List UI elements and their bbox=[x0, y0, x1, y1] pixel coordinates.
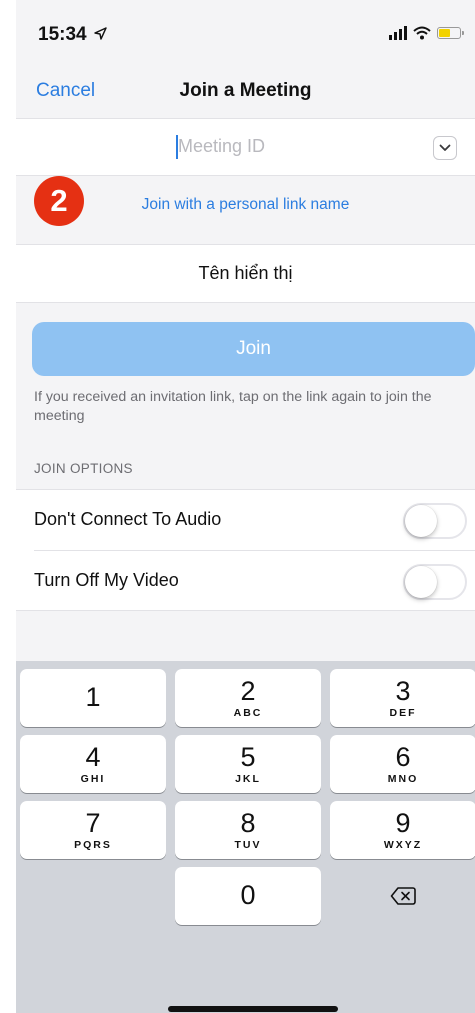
join-button[interactable]: Join bbox=[32, 322, 475, 376]
meeting-id-placeholder: Meeting ID bbox=[178, 136, 266, 156]
status-time: 15:34 bbox=[38, 24, 107, 46]
key-letters: WXYZ bbox=[383, 839, 423, 851]
wifi-icon bbox=[413, 26, 431, 40]
key-3[interactable]: 3 DEF bbox=[330, 669, 475, 727]
numeric-keypad: 1 2 ABC 3 DEF 4 GHI 5 JKL 6 MNO 7 PQRS 8… bbox=[16, 661, 475, 1013]
signal-icon bbox=[389, 26, 407, 40]
key-letters: ABC bbox=[233, 707, 263, 719]
option-label: Turn Off My Video bbox=[34, 570, 179, 590]
key-digit: 9 bbox=[395, 808, 411, 838]
status-icons bbox=[389, 26, 464, 40]
display-name-value: Tên hiển thị bbox=[198, 263, 293, 283]
home-indicator bbox=[168, 1006, 338, 1012]
key-2[interactable]: 2 ABC bbox=[175, 669, 321, 727]
toggle-knob bbox=[405, 566, 437, 598]
key-letters: DEF bbox=[389, 707, 417, 719]
status-bar: 15:34 bbox=[16, 0, 475, 70]
turn-off-video-toggle[interactable] bbox=[403, 564, 467, 600]
personal-link-button[interactable]: Join with a personal link name bbox=[16, 196, 475, 214]
page-title: Join a Meeting bbox=[179, 80, 312, 101]
key-digit: 6 bbox=[395, 742, 411, 772]
display-name-input[interactable]: Tên hiển thị bbox=[16, 244, 475, 303]
key-9[interactable]: 9 WXYZ bbox=[330, 801, 475, 859]
key-5[interactable]: 5 JKL bbox=[175, 735, 321, 793]
key-4[interactable]: 4 GHI bbox=[20, 735, 166, 793]
key-letters: GHI bbox=[80, 773, 106, 785]
key-6[interactable]: 6 MNO bbox=[330, 735, 475, 793]
key-digit: 8 bbox=[240, 808, 256, 838]
key-digit: 2 bbox=[240, 676, 256, 706]
key-letters: JKL bbox=[235, 773, 261, 785]
join-meeting-screen: 15:34 Cancel Join a Meeting Meeting ID 2… bbox=[16, 0, 475, 1013]
key-letters: PQRS bbox=[74, 839, 112, 851]
meeting-id-input[interactable]: Meeting ID bbox=[16, 118, 475, 176]
personal-link-row: 2 Join with a personal link name bbox=[16, 176, 475, 244]
key-8[interactable]: 8 TUV bbox=[175, 801, 321, 859]
join-options-list: Don't Connect To Audio Turn Off My Video bbox=[16, 489, 475, 611]
key-digit: 7 bbox=[85, 808, 101, 838]
invitation-hint: If you received an invitation link, tap … bbox=[34, 389, 432, 424]
key-7[interactable]: 7 PQRS bbox=[20, 801, 166, 859]
option-row-audio: Don't Connect To Audio bbox=[16, 490, 475, 550]
nav-bar: Cancel Join a Meeting bbox=[16, 70, 475, 118]
key-digit: 3 bbox=[395, 676, 411, 706]
key-digit: 0 bbox=[240, 880, 256, 910]
battery-icon bbox=[437, 27, 464, 39]
key-digit: 1 bbox=[85, 682, 101, 712]
join-options-header: JOIN OPTIONS bbox=[34, 461, 133, 476]
option-row-video: Turn Off My Video bbox=[34, 550, 475, 610]
location-arrow-icon bbox=[94, 27, 107, 40]
backspace-icon bbox=[390, 887, 416, 905]
key-digit: 4 bbox=[85, 742, 101, 772]
dont-connect-audio-toggle[interactable] bbox=[403, 503, 467, 539]
key-0[interactable]: 0 bbox=[175, 867, 321, 925]
key-1[interactable]: 1 bbox=[20, 669, 166, 727]
key-digit: 5 bbox=[240, 742, 256, 772]
meeting-history-dropdown-button[interactable] bbox=[433, 136, 457, 160]
toggle-knob bbox=[405, 505, 437, 537]
option-label: Don't Connect To Audio bbox=[34, 509, 222, 529]
delete-key[interactable] bbox=[330, 867, 475, 925]
key-letters: MNO bbox=[387, 773, 419, 785]
key-letters: TUV bbox=[234, 839, 262, 851]
chevron-down-icon bbox=[439, 144, 451, 151]
